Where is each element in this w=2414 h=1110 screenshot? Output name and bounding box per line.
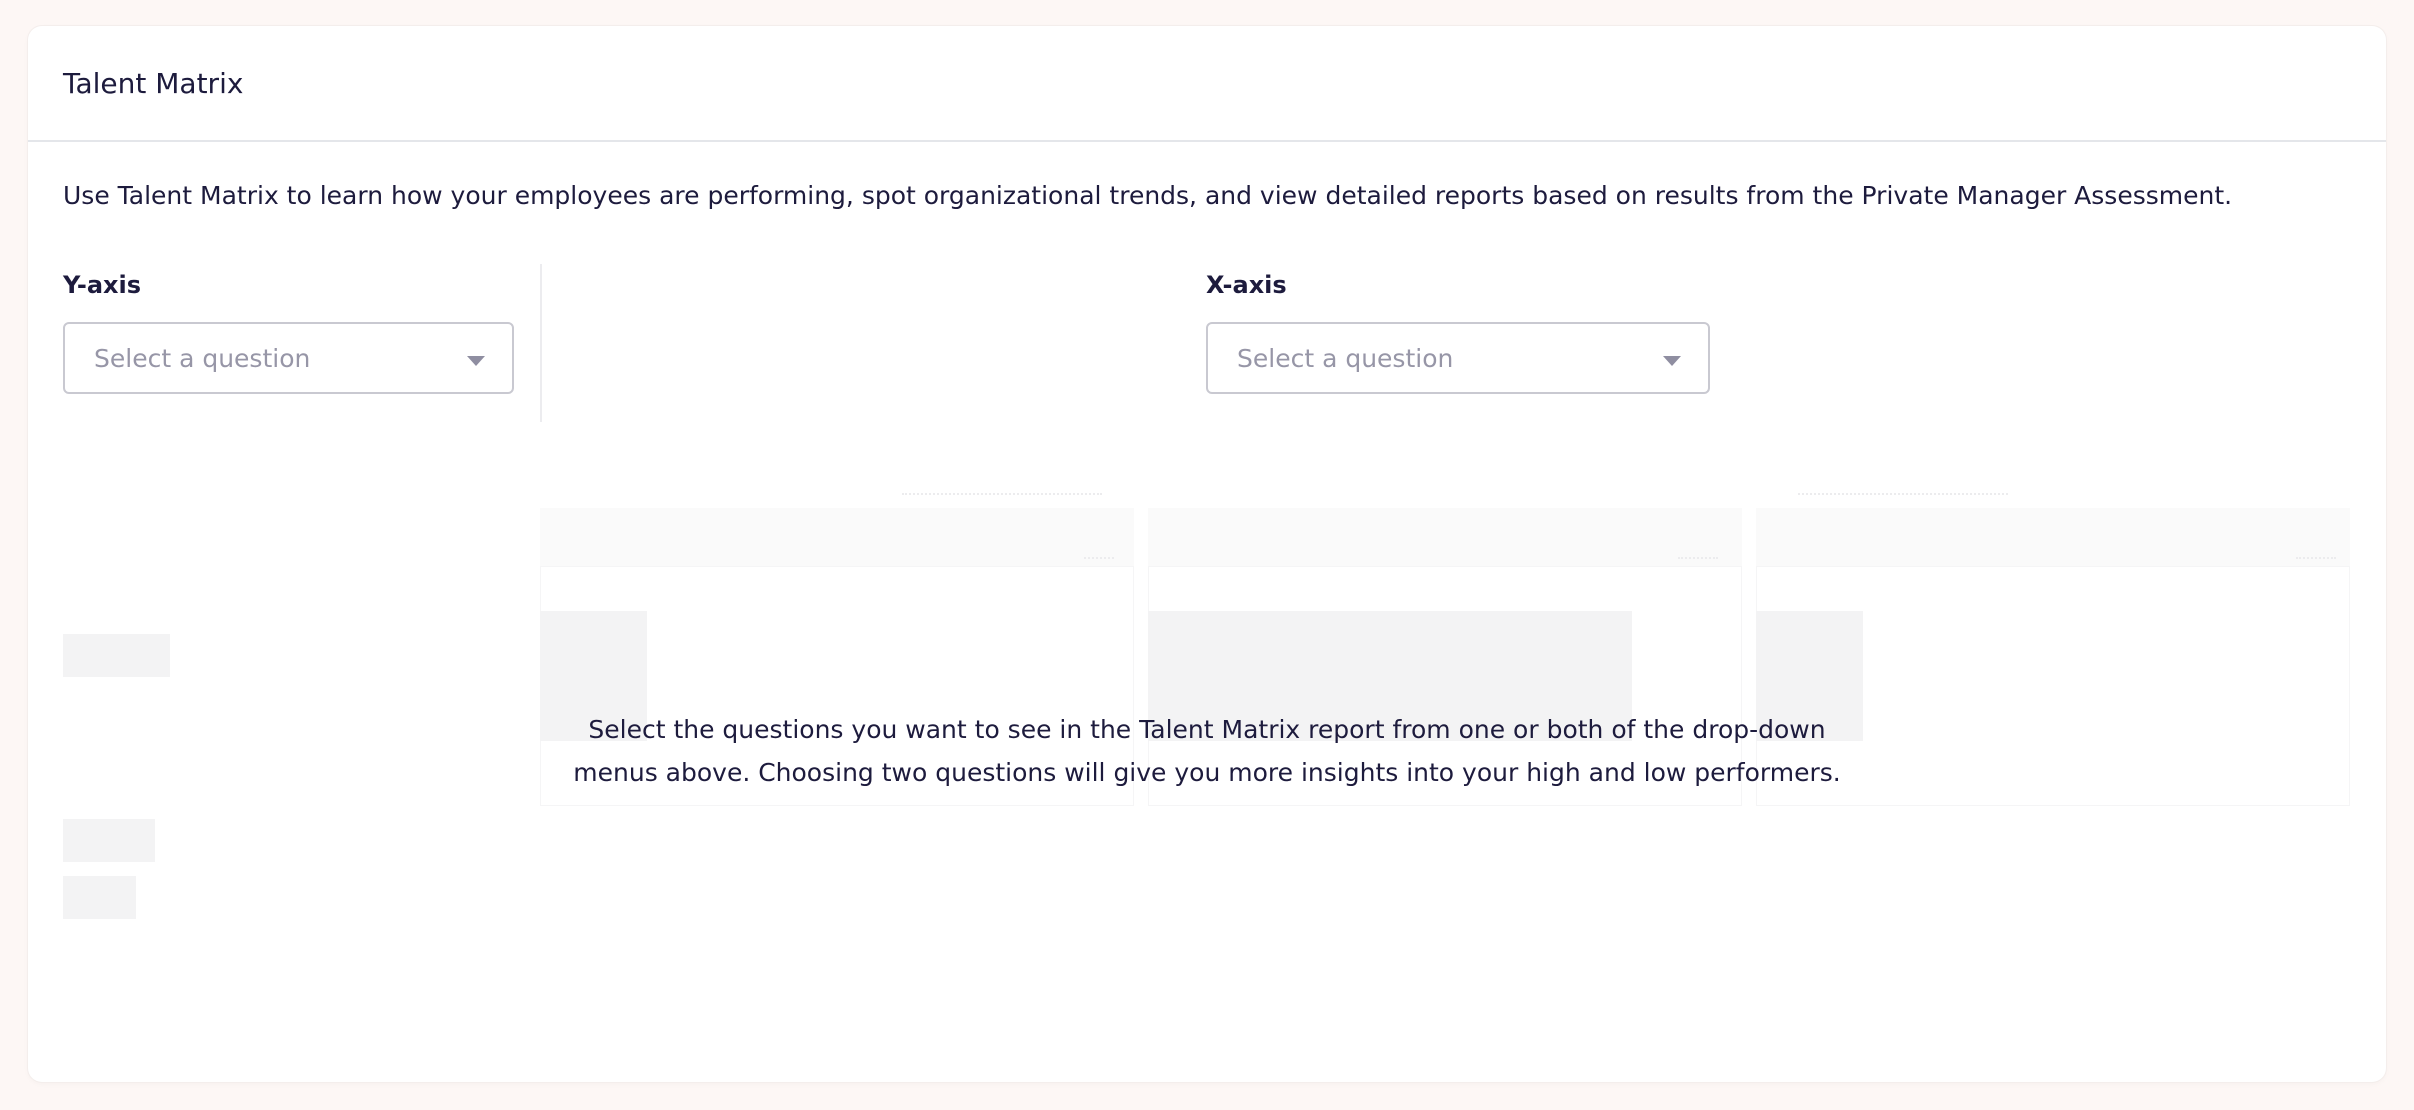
y-axis-label: Y-axis (63, 271, 141, 299)
talent-matrix-card: Talent Matrix Use Talent Matrix to learn… (28, 26, 2386, 1082)
skeleton-label (63, 634, 170, 677)
intro-text: Use Talent Matrix to learn how your empl… (63, 181, 2233, 210)
skeleton-label (63, 819, 155, 862)
chevron-down-icon (467, 356, 485, 366)
y-axis-select-placeholder: Select a question (94, 344, 311, 373)
empty-state-line: menus above. Choosing two questions will… (573, 758, 1841, 787)
skeleton-dots (1084, 557, 1114, 559)
chevron-down-icon (1663, 356, 1681, 366)
skeleton-column-header (1756, 508, 2350, 566)
skeleton-column-header (540, 508, 1134, 566)
x-axis-select-placeholder: Select a question (1237, 344, 1454, 373)
skeleton-label (63, 876, 136, 919)
skeleton-header-line (902, 493, 1102, 495)
skeleton-header-line (1798, 493, 2008, 495)
empty-state-message: Select the questions you want to see in … (28, 708, 2386, 794)
skeleton-dots (2296, 557, 2336, 559)
axis-divider (540, 264, 542, 422)
empty-state-line: Select the questions you want to see in … (588, 715, 1826, 744)
x-axis-select[interactable]: Select a question (1206, 322, 1710, 394)
page-title: Talent Matrix (63, 67, 244, 100)
skeleton-column-header (1148, 508, 1742, 566)
y-axis-select[interactable]: Select a question (63, 322, 514, 394)
card-header: Talent Matrix (28, 26, 2386, 142)
x-axis-label: X-axis (1206, 271, 1287, 299)
skeleton-dots (1678, 557, 1718, 559)
